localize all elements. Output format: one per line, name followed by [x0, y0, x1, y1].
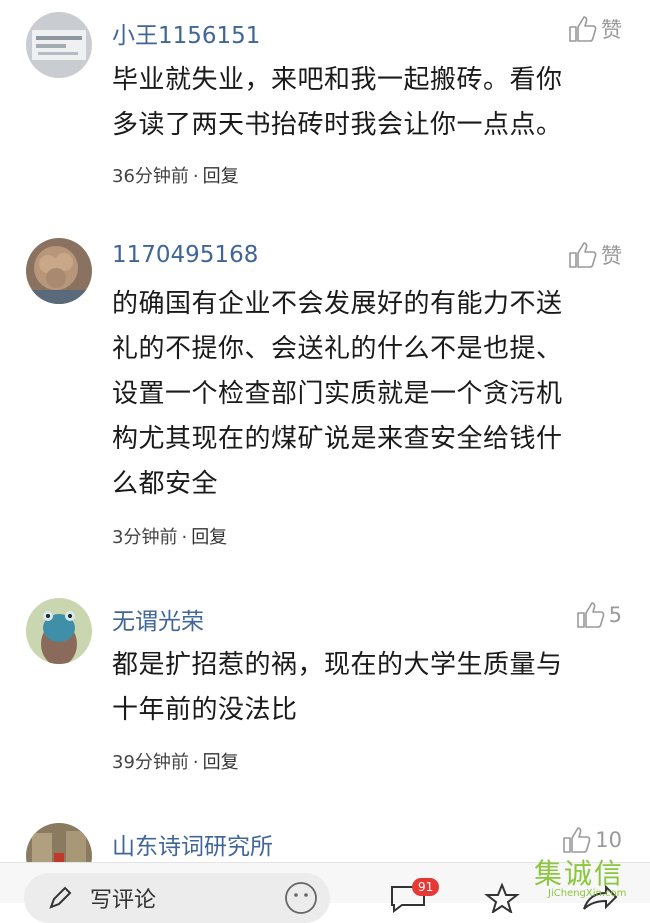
comment-meta: 36分钟前 · 回复 — [112, 162, 239, 188]
like-count: 10 — [595, 828, 622, 852]
watermark-text: 集诚信 — [534, 857, 625, 890]
comment-line: 的确国有企业不会发展好的有能力不送 — [112, 289, 563, 319]
like-button[interactable]: 5 — [575, 600, 622, 630]
reply-button[interactable]: 回复 — [203, 752, 239, 773]
comment-text: 的确国有企业不会发展好的有能力不送 礼的不提你、会送礼的什么不是也提、 设置一个… — [112, 282, 612, 507]
star-icon[interactable] — [484, 883, 520, 913]
comment-item: 小王1156151 赞 毕业就失业，来吧和我一起搬砖。看你 多读了两天书抬砖时我… — [0, 0, 650, 200]
thumbs-up-icon — [563, 827, 591, 853]
comment-meta: 3分钟前 · 回复 — [112, 523, 227, 549]
comment-meta: 39分钟前 · 回复 — [112, 748, 239, 774]
thumbs-up-icon — [569, 242, 597, 268]
like-button[interactable]: 赞 — [567, 14, 622, 44]
comment-line: 多读了两天书抬砖时我会让你一点点。 — [112, 110, 563, 140]
comment-time: 3分钟前 — [112, 527, 178, 548]
comment-line: 设置一个检查部门实质就是一个贪污机 — [112, 379, 563, 409]
like-label: 赞 — [601, 244, 622, 268]
comment-time: 36分钟前 — [112, 166, 189, 187]
watermark-logo: 集诚信 JiChengXin.com — [534, 852, 650, 902]
comment-username[interactable]: 山东诗词研究所 — [112, 827, 273, 861]
comment-username[interactable]: 1170495168 — [112, 242, 258, 268]
comment-line: 毕业就失业，来吧和我一起搬砖。看你 — [112, 65, 563, 95]
thumbs-up-icon — [576, 602, 605, 628]
like-label: 赞 — [601, 18, 622, 42]
avatar[interactable] — [26, 238, 92, 304]
thumbs-up-icon — [569, 16, 597, 42]
like-button[interactable]: 10 — [561, 825, 622, 855]
separator-dot: · — [192, 166, 199, 187]
like-button[interactable]: 赞 — [567, 240, 622, 270]
avatar[interactable] — [26, 598, 92, 664]
watermark-url: JiChengXin.com — [548, 888, 627, 899]
comment-line: 都是扩招惹的祸，现在的大学生质量与 — [112, 650, 563, 680]
avatar[interactable] — [26, 12, 92, 78]
comment-text: 毕业就失业，来吧和我一起搬砖。看你 多读了两天书抬砖时我会让你一点点。 — [112, 58, 612, 148]
comment-line: 礼的不提你、会送礼的什么不是也提、 — [112, 334, 563, 364]
like-count: 5 — [608, 603, 622, 627]
emoji-icon[interactable] — [284, 881, 318, 915]
comment-time: 39分钟前 — [112, 752, 189, 773]
comment-line: 十年前的没法比 — [112, 695, 298, 725]
pen-icon — [49, 886, 72, 909]
reply-button[interactable]: 回复 — [191, 527, 227, 548]
comment-username[interactable]: 无谓光荣 — [112, 602, 204, 636]
comment-username[interactable]: 小王1156151 — [112, 16, 260, 50]
comment-line: 么都安全 — [112, 469, 219, 499]
reply-button[interactable]: 回复 — [203, 166, 239, 187]
comment-line: 构尤其现在的煤矿说是来查安全给钱什 — [112, 424, 563, 454]
comment-item: 1170495168 赞 的确国有企业不会发展好的有能力不送 礼的不提你、会送礼… — [0, 230, 650, 570]
comment-item: 无谓光荣 5 都是扩招惹的祸，现在的大学生质量与 十年前的没法比 39分钟前 · 回… — [0, 590, 650, 790]
separator-dot: · — [181, 527, 188, 548]
comment-count-badge: 91 — [412, 878, 440, 896]
write-comment-input[interactable]: 写评论 — [24, 873, 330, 923]
comment-text: 都是扩招惹的祸，现在的大学生质量与 十年前的没法比 — [112, 643, 612, 733]
separator-dot: · — [192, 752, 199, 773]
write-comment-label: 写评论 — [90, 888, 157, 913]
